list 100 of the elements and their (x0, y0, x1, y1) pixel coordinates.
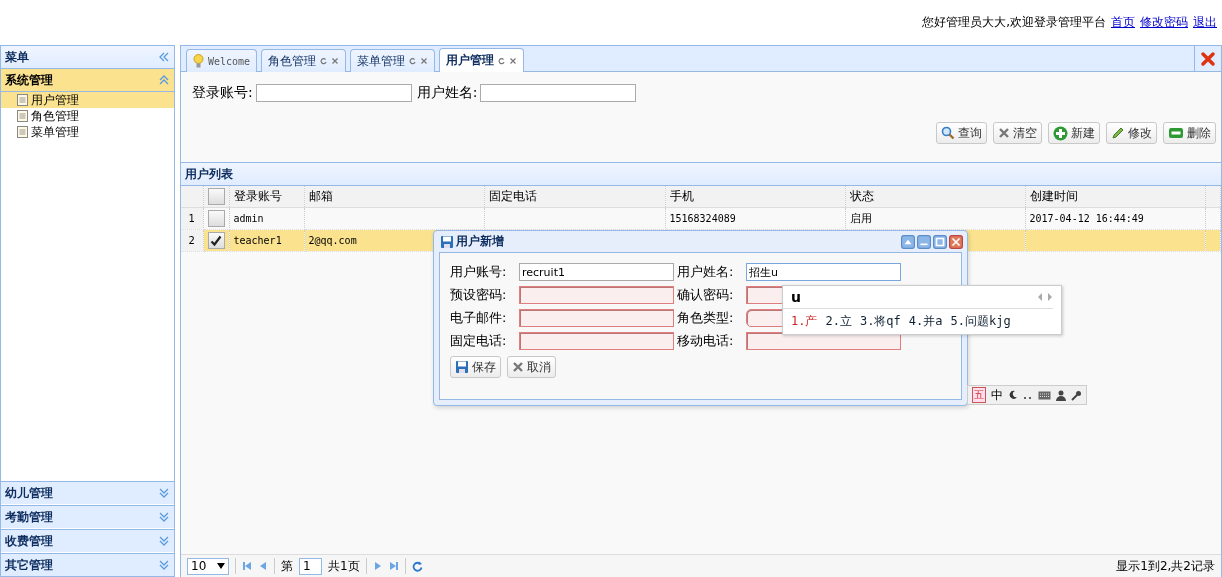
ime-mode[interactable]: 五 (972, 387, 986, 403)
menu-item[interactable]: 用户管理 (1, 92, 174, 108)
header-link[interactable]: 修改密码 (1140, 14, 1188, 31)
tab[interactable]: 菜单管理 (350, 49, 436, 72)
next-icon[interactable] (372, 561, 383, 571)
toolbar-button[interactable]: 查询 (936, 122, 987, 144)
menu-group-title: 考勤管理 (5, 508, 53, 526)
wrench-icon[interactable] (1071, 389, 1082, 401)
menu-group-header[interactable]: 其它管理 (1, 553, 174, 576)
moon-icon[interactable] (1008, 390, 1018, 400)
user-icon[interactable] (1056, 389, 1066, 401)
refresh-icon[interactable] (498, 56, 506, 65)
previous-icon[interactable] (258, 561, 268, 571)
row-number: 1 (181, 207, 203, 230)
expand-icon[interactable] (158, 511, 170, 523)
column-header[interactable]: 登录账号 (229, 186, 304, 208)
dialog-button[interactable]: 保存 (450, 356, 501, 378)
dropdown-icon (217, 563, 225, 569)
keyboard-icon[interactable] (1038, 390, 1051, 400)
input-field[interactable]: 招生u (746, 263, 901, 281)
table-cell: 2017-04-12 16:44:49 (1029, 213, 1144, 224)
expand-icon[interactable] (158, 535, 170, 547)
menu-group-title: 幼儿管理 (5, 484, 53, 502)
minimize-icon[interactable] (917, 234, 931, 249)
checkbox[interactable] (207, 232, 225, 249)
toolbar-button[interactable]: 清空 (993, 122, 1042, 144)
ime-mode[interactable]: 中 (991, 386, 1003, 404)
table-cell: 2@qq.com (308, 235, 357, 246)
table-cell: admin (233, 213, 264, 224)
menu-group-title: 收费管理 (5, 532, 53, 550)
tab[interactable]: Welcome (186, 49, 258, 72)
table-cell: 15168324089 (669, 213, 736, 224)
column-header[interactable]: 创建时间 (1025, 186, 1205, 208)
table-row[interactable]: 1 admin 15168324089 启用 2017-04-12 16:44:49 (181, 207, 1221, 230)
page-icon (17, 94, 28, 106)
header-link[interactable]: 首页 (1111, 14, 1135, 31)
close-icon[interactable] (331, 57, 340, 65)
menu-group-title: 系统管理 (5, 71, 53, 89)
page-arrows-icon[interactable] (1037, 293, 1053, 301)
close-icon (998, 127, 1010, 139)
panel-title: 用户列表 (181, 163, 1221, 186)
collapse-icon[interactable] (158, 51, 170, 63)
close-icon[interactable] (949, 234, 963, 249)
first-page-icon[interactable] (242, 561, 252, 571)
menu-item[interactable]: 角色管理 (1, 108, 174, 124)
refresh-icon[interactable] (411, 560, 423, 572)
refresh-icon[interactable] (409, 57, 417, 65)
tab[interactable]: 用户管理 (439, 48, 525, 72)
page-size-select[interactable]: 10 (187, 557, 229, 575)
ime-candidate[interactable]: 1.产 (791, 313, 818, 330)
ime-candidate[interactable]: 3.将qf (859, 313, 901, 330)
page-label: 第 (281, 557, 293, 575)
expand-icon[interactable] (158, 487, 170, 499)
restore-icon[interactable] (901, 234, 915, 249)
last-page-icon[interactable] (388, 561, 399, 571)
toolbar-button[interactable]: 删除 (1163, 122, 1216, 144)
menu-group-header[interactable]: 收费管理 (1, 529, 174, 552)
refresh-icon[interactable] (320, 57, 328, 65)
checkbox[interactable] (207, 210, 225, 227)
expand-icon[interactable] (158, 559, 170, 571)
input-field[interactable]: recruit1 (519, 263, 674, 281)
close-icon[interactable] (420, 57, 429, 65)
close-icon[interactable] (509, 56, 518, 65)
input-field[interactable] (519, 309, 674, 327)
collapse-icon[interactable] (158, 74, 170, 86)
close-icon (512, 361, 524, 373)
column-header[interactable]: 固定电话 (484, 186, 665, 208)
table-cell: 启用 (849, 212, 872, 225)
tab[interactable]: 角色管理 (261, 49, 347, 72)
field-label: 用户姓名: (416, 84, 478, 102)
field-label: 用户账号: (450, 263, 508, 281)
checkmark-icon (210, 234, 222, 247)
column-header[interactable]: 手机 (665, 186, 845, 208)
toolbar-button[interactable]: 新建 (1048, 122, 1100, 144)
ime-input-text: u (791, 289, 801, 305)
dialog-button[interactable]: 取消 (507, 356, 556, 378)
field-label: 登录账号: (192, 84, 253, 102)
header-link[interactable]: 退出 (1193, 14, 1217, 31)
menu-title: 菜单 (5, 48, 29, 66)
pencil-icon (1111, 126, 1125, 140)
menu-group-header[interactable]: 系统管理 (1, 69, 174, 92)
column-header[interactable]: 邮箱 (304, 186, 484, 208)
close-icon[interactable] (1200, 50, 1216, 67)
input-field[interactable] (519, 332, 674, 350)
menu-group-header[interactable]: 幼儿管理 (1, 481, 174, 504)
maximize-icon[interactable] (933, 234, 947, 249)
input-field[interactable] (519, 286, 674, 304)
ime-candidate[interactable]: 5.问题kjg (950, 313, 1011, 330)
ime-candidate[interactable]: 4.并a (908, 313, 943, 330)
page-field[interactable]: 1 (299, 557, 322, 575)
menu-item[interactable]: 菜单管理 (1, 124, 174, 140)
minus-icon (1168, 127, 1184, 139)
ime-candidate[interactable]: 2.立 (825, 313, 852, 330)
toolbar-button[interactable]: 修改 (1106, 122, 1157, 144)
plus-icon (1053, 125, 1068, 141)
field-label: 移动电话: (677, 332, 735, 350)
column-header[interactable]: 状态 (845, 186, 1025, 208)
input-field[interactable] (480, 84, 637, 102)
input-field[interactable] (255, 84, 412, 102)
menu-group-header[interactable]: 考勤管理 (1, 505, 174, 528)
